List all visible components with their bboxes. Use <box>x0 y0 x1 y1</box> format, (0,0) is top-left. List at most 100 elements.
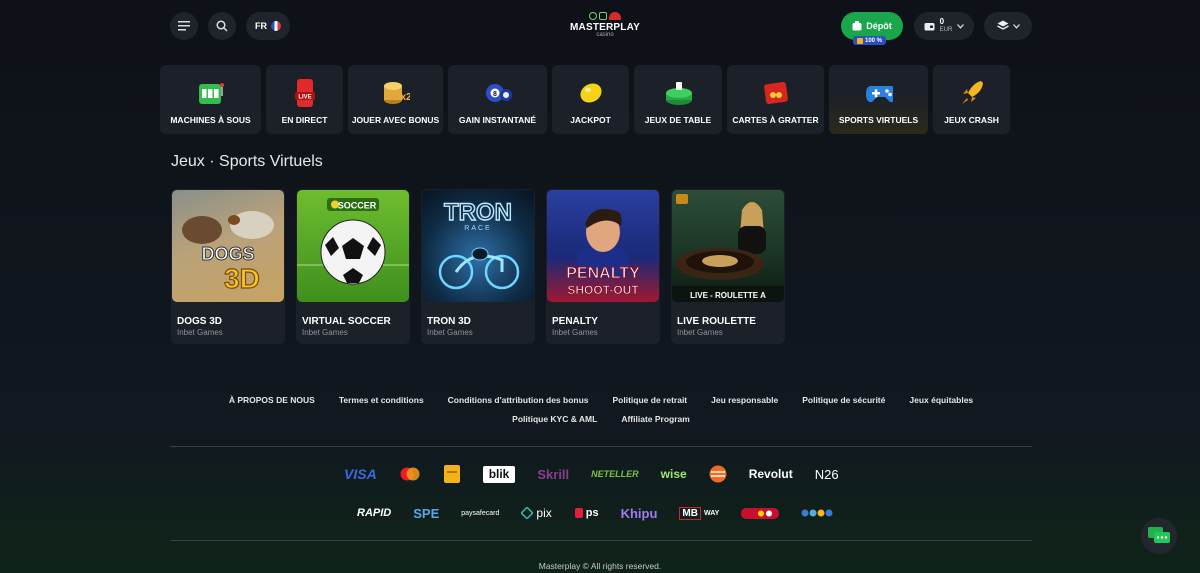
game-card[interactable]: DOGS 3D DOGS 3D Inbet Games <box>171 189 285 344</box>
game-card[interactable]: PENALTY SHOOT-OUT PENALTY Inbet Games <box>546 189 660 344</box>
rocket-icon <box>958 79 986 107</box>
category-table-games[interactable]: JEUX DE TABLE <box>634 65 722 134</box>
game-thumbnail[interactable]: TRON RACE <box>422 190 534 302</box>
wise-logo: wise <box>660 467 687 481</box>
svg-text:DOGS: DOGS <box>201 244 254 264</box>
menu-button[interactable] <box>170 12 198 40</box>
ps-mark-icon <box>574 508 583 518</box>
lottery-balls-icon: 8 <box>484 79 512 107</box>
language-selector[interactable]: FR <box>246 12 290 40</box>
svg-text:PENALTY: PENALTY <box>566 265 640 282</box>
game-provider: Inbet Games <box>552 328 598 337</box>
category-slots[interactable]: MACHINES À SOUS <box>160 65 261 134</box>
footer-link-about[interactable]: À PROPOS DE NOUS <box>229 395 315 405</box>
scratch-card-icon <box>762 79 790 107</box>
game-card[interactable]: SOCCER VIRTUAL SOCCER Inbet Games <box>296 189 410 344</box>
footer-link-security[interactable]: Politique de sécurité <box>802 395 885 405</box>
chat-bubble-icon <box>1148 527 1170 543</box>
category-jackpot[interactable]: JACKPOT <box>552 65 629 134</box>
svg-text:x2: x2 <box>400 92 410 103</box>
game-title: TRON 3D <box>427 316 471 327</box>
live-chat-button[interactable] <box>1141 518 1177 554</box>
deposit-bonus-badge: 100 % <box>853 36 887 45</box>
lemon-icon <box>577 79 605 107</box>
game-title: VIRTUAL SOCCER <box>302 316 391 327</box>
category-bonus-play[interactable]: x2 JOUER AVEC BONUS <box>348 65 443 134</box>
deposit-bonus-text: 100 % <box>865 37 883 44</box>
game-card[interactable]: LIVE - ROULETTE A LIVE ROULETTE Inbet Ga… <box>671 189 785 344</box>
payment-methods-row-2: RAPID SPE paysafecard pix ps Khipu MB WA… <box>357 503 837 523</box>
game-card[interactable]: TRON RACE TRON 3D Inbet Games <box>421 189 535 344</box>
slot-machine-icon <box>197 79 225 107</box>
footer-link-bonus-terms[interactable]: Conditions d'attribution des bonus <box>448 395 589 405</box>
search-icon <box>216 20 228 32</box>
mbway-mb-text: MB <box>679 506 701 520</box>
n26-logo: N26 <box>814 466 839 482</box>
paysafecard-logo: paysafecard <box>461 509 500 517</box>
svg-text:SOCCER: SOCCER <box>338 201 377 211</box>
section-title: Jeux · Sports Virtuels <box>171 153 323 170</box>
category-virtual-sports[interactable]: SPORTS VIRTUELS <box>829 65 928 134</box>
coins-x2-icon: x2 <box>382 79 410 107</box>
category-live[interactable]: LIVE EN DIRECT <box>266 65 343 134</box>
soccer-ball-illustration-icon: SOCCER <box>297 198 409 285</box>
svg-text:SHOOT-OUT: SHOOT-OUT <box>567 283 639 297</box>
game-provider: Inbet Games <box>177 328 223 337</box>
category-bar: MACHINES À SOUS LIVE EN DIRECT x2 JOUER … <box>160 65 1010 134</box>
category-label: JEUX DE TABLE <box>644 115 712 125</box>
wallet-balance[interactable]: 0 EUR <box>914 12 974 40</box>
copyright-text: Masterplay © All rights reserved. <box>538 561 662 571</box>
footer-link-terms[interactable]: Termes et conditions <box>339 395 424 405</box>
spe-logo: SPE <box>413 505 440 521</box>
logo-shapes-icon <box>570 10 640 22</box>
dogs-illustration-icon: DOGS 3D <box>182 211 274 295</box>
revolut-logo: Revolut <box>748 467 793 481</box>
game-provider: Inbet Games <box>427 328 473 337</box>
game-thumbnail[interactable]: DOGS 3D <box>172 190 284 302</box>
category-label: JOUER AVEC BONUS <box>351 115 440 125</box>
game-thumbnail[interactable]: LIVE - ROULETTE A <box>672 190 784 302</box>
footer-link-affiliate[interactable]: Affiliate Program <box>621 414 690 424</box>
mbway-way-text: WAY <box>703 509 720 517</box>
category-label: CARTES À GRATTER <box>732 115 819 125</box>
top-header: FR MASTERPLAY casino Dépôt 100 % 0 EUR <box>170 10 1032 45</box>
neteller-logo: NETELLER <box>591 469 639 479</box>
search-button[interactable] <box>208 12 236 40</box>
penalty-player-illustration-icon: PENALTY SHOOT-OUT <box>566 208 641 297</box>
footer-link-withdrawal[interactable]: Politique de retrait <box>613 395 688 405</box>
live-roulette-illustration-icon: LIVE - ROULETTE A <box>672 194 784 302</box>
mastercard-logo <box>399 464 421 484</box>
visa-logo: VISA <box>344 466 377 482</box>
game-thumbnail[interactable]: SOCCER <box>297 190 409 302</box>
svg-text:TRON: TRON <box>444 199 512 226</box>
khipu-logo: Khipu <box>620 505 658 521</box>
category-instant-win[interactable]: 8 GAIN INSTANTANÉ <box>448 65 547 134</box>
ps-logo: ps <box>574 503 599 523</box>
game-title: DOGS 3D <box>177 316 223 327</box>
tron-bike-illustration-icon: TRON RACE <box>438 198 520 290</box>
footer-link-kyc[interactable]: Politique KYC & AML <box>512 414 597 424</box>
game-title: PENALTY <box>552 316 598 327</box>
svg-text:3D: 3D <box>224 263 260 294</box>
category-crash-games[interactable]: JEUX CRASH <box>933 65 1010 134</box>
game-provider: Inbet Games <box>677 328 723 337</box>
rapid-logo: RAPID <box>357 507 392 519</box>
category-scratch-cards[interactable]: CARTES À GRATTER <box>727 65 824 134</box>
svg-text:8: 8 <box>493 91 497 98</box>
footer-link-responsible[interactable]: Jeu responsable <box>711 395 778 405</box>
category-label: SPORTS VIRTUELS <box>838 115 919 125</box>
deposit-label: Dépôt <box>866 21 892 31</box>
game-thumbnail[interactable]: PENALTY SHOOT-OUT <box>547 190 659 302</box>
masterplay-logo[interactable]: MASTERPLAY casino <box>570 10 640 38</box>
svg-text:RACE: RACE <box>464 225 491 232</box>
footer-divider-bottom <box>170 540 1032 541</box>
wallet-amount: 0 <box>939 17 945 26</box>
wallet-currency: EUR <box>939 27 953 33</box>
footer-link-fair-games[interactable]: Jeux équitables <box>909 395 973 405</box>
ps-text: ps <box>585 507 599 519</box>
category-label: EN DIRECT <box>281 115 328 125</box>
game-title: LIVE ROULETTE <box>677 316 756 327</box>
stack-layers-icon <box>996 20 1009 30</box>
account-menu-button[interactable] <box>984 12 1032 40</box>
footer-divider <box>170 446 1032 447</box>
